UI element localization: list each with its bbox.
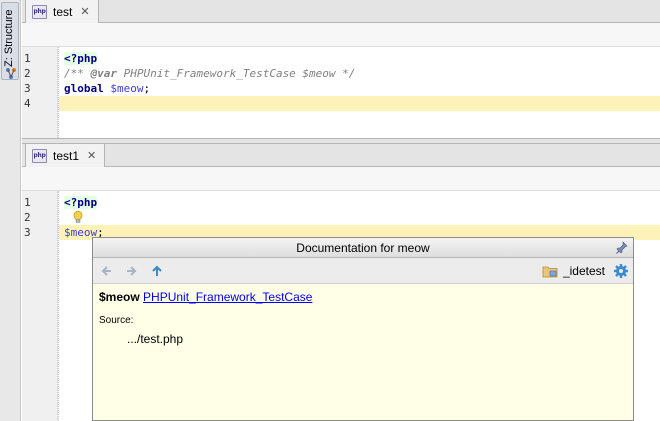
caret-line[interactable] <box>59 96 660 111</box>
code-line[interactable]: /** @var PHPUnit_Framework_TestCase $meo… <box>59 66 660 81</box>
semicolon-token: ; <box>143 82 151 95</box>
scope-label: _idetest <box>562 264 605 278</box>
global-keyword: global <box>64 82 104 95</box>
forward-arrow-icon[interactable] <box>123 263 139 279</box>
structure-tab-label: Z: Structure <box>3 9 15 67</box>
code-line[interactable]: <?php <box>59 51 660 66</box>
close-tab-icon[interactable]: ✕ <box>80 5 89 18</box>
code-line[interactable] <box>59 210 660 225</box>
doc-type-link[interactable]: PHPUnit_Framework_TestCase <box>143 290 312 304</box>
popup-title: Documentation for meow <box>296 240 430 255</box>
line-number-gutter: 1 2 3 <box>22 191 58 421</box>
back-arrow-icon[interactable] <box>99 263 115 279</box>
pin-icon[interactable] <box>616 241 628 254</box>
doc-comment-tag: @var <box>90 67 118 80</box>
top-editor-pane: php test ✕ 1 2 3 4 <?php /** @var PHPUni… <box>22 0 660 138</box>
php-open-tag: <?php <box>64 52 98 65</box>
scope-selector[interactable]: _idetest <box>542 262 629 280</box>
line-number: 3 <box>24 82 31 95</box>
doc-variable-name: $meow <box>99 290 140 304</box>
popup-title-bar[interactable]: Documentation for meow <box>93 238 633 258</box>
doc-comment-open: /** <box>64 67 91 80</box>
structure-tool-tab[interactable]: Z: Structure <box>1 2 19 80</box>
doc-signature: $meow PHPUnit_Framework_TestCase <box>99 290 627 304</box>
documentation-content: $meow PHPUnit_Framework_TestCase Source:… <box>99 290 627 346</box>
source-label: Source: <box>99 315 134 326</box>
up-arrow-icon[interactable] <box>149 263 165 279</box>
tab-label: test <box>53 4 73 19</box>
close-tab-icon[interactable]: ✕ <box>87 149 96 162</box>
line-number: 2 <box>24 211 31 224</box>
line-number: 4 <box>24 97 31 110</box>
gear-icon[interactable] <box>613 263 629 279</box>
variable-token: $meow <box>110 82 144 95</box>
documentation-popup: Documentation for meow _idetest $meow PH… <box>92 237 634 421</box>
line-number: 2 <box>24 67 31 80</box>
line-number: 3 <box>24 226 31 239</box>
breadcrumb-bar <box>22 167 660 191</box>
php-open-tag: <?php <box>64 196 98 209</box>
line-number-gutter: 1 2 3 4 <box>22 47 58 138</box>
top-editor-tabbar: php test ✕ <box>22 0 660 23</box>
source-path: .../test.php <box>127 332 184 346</box>
tab-test1[interactable]: php test1 ✕ <box>25 144 106 167</box>
bottom-editor-tabbar: php test1 ✕ <box>22 144 660 167</box>
top-code-area[interactable]: <?php /** @var PHPUnit_Framework_TestCas… <box>59 47 660 138</box>
lightbulb-icon[interactable] <box>73 211 83 224</box>
structure-icon <box>6 68 16 79</box>
popup-toolbar: _idetest <box>93 258 633 284</box>
left-tool-strip: Z: Structure <box>0 0 21 421</box>
code-line[interactable]: <?php <box>59 195 660 210</box>
line-number: 1 <box>24 52 31 65</box>
doc-comment-rest: PHPUnit_Framework_TestCase $meow */ <box>117 67 356 80</box>
line-number: 1 <box>24 196 31 209</box>
folder-icon <box>542 266 558 278</box>
code-line[interactable]: global $meow; <box>59 81 660 96</box>
php-file-icon: php <box>32 148 47 163</box>
breadcrumb-bar <box>22 23 660 47</box>
tab-label: test1 <box>53 148 80 163</box>
tab-test[interactable]: php test ✕ <box>25 0 99 23</box>
php-file-icon: php <box>32 4 47 19</box>
